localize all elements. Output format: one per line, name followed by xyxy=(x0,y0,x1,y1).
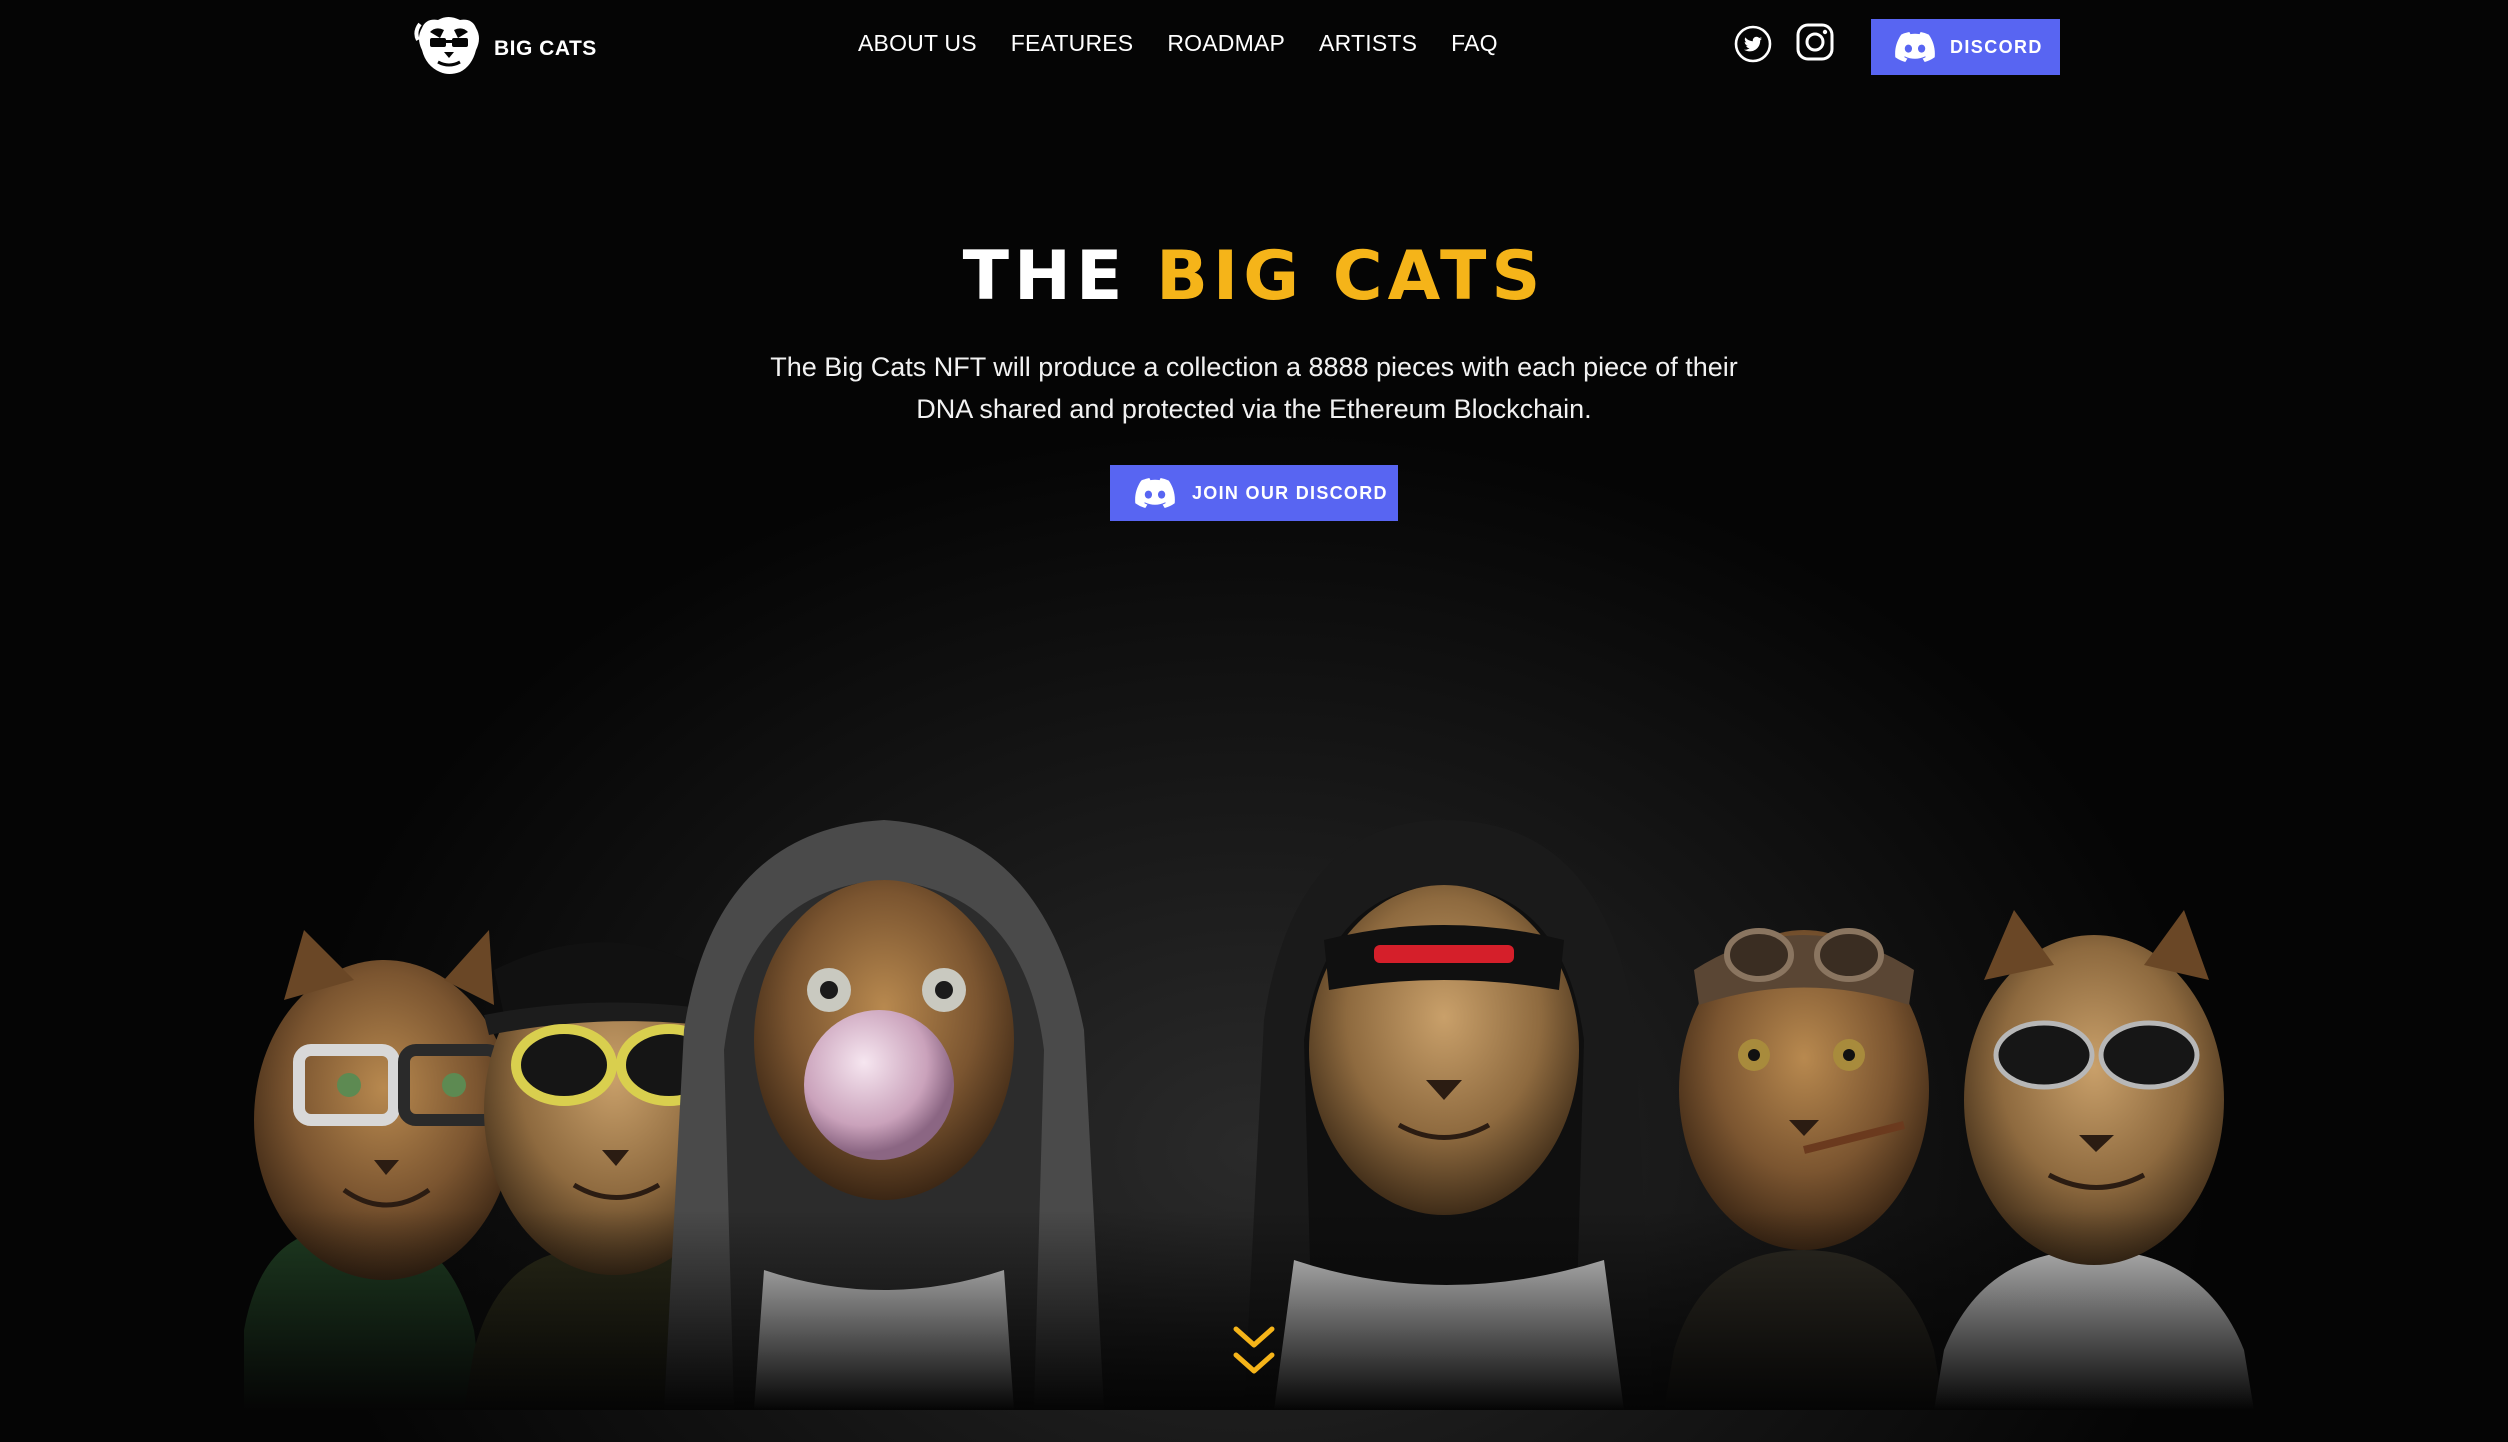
nav-about-us[interactable]: ABOUT US xyxy=(858,30,977,57)
twitter-icon[interactable] xyxy=(1733,24,1773,64)
cat-head-logo-icon xyxy=(414,17,479,74)
nav-artists[interactable]: ARTISTS xyxy=(1319,30,1417,57)
hero-title-accent: BIG CATS xyxy=(1156,237,1546,316)
discord-button-label: DISCORD xyxy=(1950,36,2043,57)
top-navigation: BIG CATS ABOUT US FEATURES ROADMAP ARTIS… xyxy=(0,0,2508,95)
nav-faq[interactable]: FAQ xyxy=(1451,30,1498,57)
join-discord-button[interactable]: JOIN OUR DISCORD xyxy=(1110,465,1398,521)
brand-logo[interactable]: BIG CATS xyxy=(412,14,597,76)
discord-icon xyxy=(1895,32,1935,62)
discord-icon xyxy=(1135,478,1175,508)
scroll-down-icon[interactable] xyxy=(1232,1325,1276,1381)
join-discord-label: JOIN OUR DISCORD xyxy=(1192,482,1388,503)
nav-roadmap[interactable]: ROADMAP xyxy=(1167,30,1285,57)
main-menu: ABOUT US FEATURES ROADMAP ARTISTS FAQ xyxy=(858,30,1532,57)
discord-button[interactable]: DISCORD xyxy=(1871,19,2060,75)
instagram-icon[interactable] xyxy=(1795,22,1835,62)
landing-page: BIG CATS ABOUT US FEATURES ROADMAP ARTIS… xyxy=(0,0,2508,1442)
brand-name: BIG CATS xyxy=(494,37,597,60)
hero-title: THE BIG CATS xyxy=(0,232,2508,322)
big-cats-artwork xyxy=(244,820,2264,1410)
hero-description: The Big Cats NFT will produce a collecti… xyxy=(770,352,1738,424)
nav-features[interactable]: FEATURES xyxy=(1011,30,1134,57)
hero-title-prefix: THE xyxy=(962,237,1128,316)
